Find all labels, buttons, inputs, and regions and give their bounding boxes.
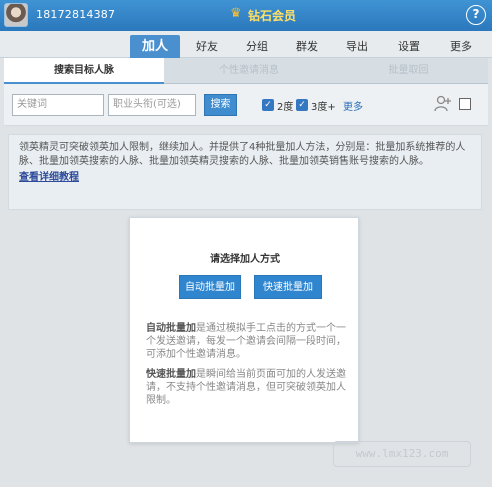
tab-friends[interactable]: 好友 — [186, 35, 228, 58]
keyword-input[interactable]: 关键词 — [12, 94, 104, 116]
tab-groups[interactable]: 分组 — [236, 35, 278, 58]
tab-settings[interactable]: 设置 — [388, 35, 430, 58]
account-phone: 18172814387 — [36, 8, 116, 21]
fast-batch-add-button[interactable]: 快速批量加 — [254, 275, 322, 299]
search-bar: 关键词 职业头衔(可选) 搜索 ✓ 2度 ✓ 3度+ 更多 — [4, 84, 488, 126]
fast-batch-description: 快速批量加是瞬间给当前页面可加的人发送邀请，不支持个性邀请消息，但可突破领英加人… — [146, 368, 346, 407]
subtab-batch-withdraw[interactable]: 批量取回 — [329, 58, 488, 84]
main-nav: 加人 好友 分组 群发 导出 设置 更多 — [0, 31, 492, 58]
tab-export[interactable]: 导出 — [336, 35, 378, 58]
tab-more[interactable]: 更多 — [440, 35, 482, 58]
tab-mass-send[interactable]: 群发 — [286, 35, 328, 58]
auto-batch-description: 自动批量加是通过模拟手工点击的方式一个一个发送邀请，每发一个邀请会间隔一段时间，… — [146, 322, 346, 361]
auto-batch-term: 自动批量加 — [146, 323, 196, 334]
crown-icon: ♛ — [230, 6, 242, 21]
tutorial-link[interactable]: 查看详细教程 — [19, 171, 471, 185]
help-icon[interactable]: ? — [466, 5, 486, 25]
dialog-title: 请选择加人方式 — [210, 254, 280, 265]
tab-add-people[interactable]: 加人 — [130, 35, 180, 58]
title-input[interactable]: 职业头衔(可选) — [108, 94, 196, 116]
watermark: www.lmx123.com — [333, 441, 471, 467]
more-link[interactable]: 更多 — [343, 98, 363, 113]
degree3-label: 3度+ — [311, 102, 336, 113]
degree2-label: 2度 — [277, 102, 294, 113]
title-bar: 18172814387 ♛ 钻石会员 ? — [0, 0, 492, 31]
add-method-dialog: 请选择加人方式 自动批量加 快速批量加 自动批量加是通过模拟手工点击的方式一个一… — [129, 217, 359, 443]
auto-batch-add-button[interactable]: 自动批量加 — [179, 275, 241, 299]
sub-tabs: 搜索目标人脉 个性邀请消息 批量取回 — [4, 58, 488, 84]
subtab-search-targets[interactable]: 搜索目标人脉 — [4, 58, 164, 84]
avatar[interactable] — [4, 3, 28, 27]
fast-batch-term: 快速批量加 — [146, 369, 196, 380]
info-text: 领英精灵可突破领英加人限制，继续加人。并提供了4种批量加人方法，分别是：批量加系… — [19, 142, 466, 167]
degree2-checkbox[interactable]: ✓ — [262, 99, 274, 111]
degree3-checkbox[interactable]: ✓ — [296, 99, 308, 111]
subtab-invite-message[interactable]: 个性邀请消息 — [169, 58, 329, 84]
info-panel: 领英精灵可突破领英加人限制，继续加人。并提供了4种批量加人方法，分别是：批量加系… — [8, 134, 482, 210]
vip-label: 钻石会员 — [248, 9, 297, 23]
search-button[interactable]: 搜索 — [204, 94, 237, 116]
add-user-icon[interactable] — [433, 94, 453, 114]
select-all-checkbox[interactable] — [459, 98, 471, 110]
